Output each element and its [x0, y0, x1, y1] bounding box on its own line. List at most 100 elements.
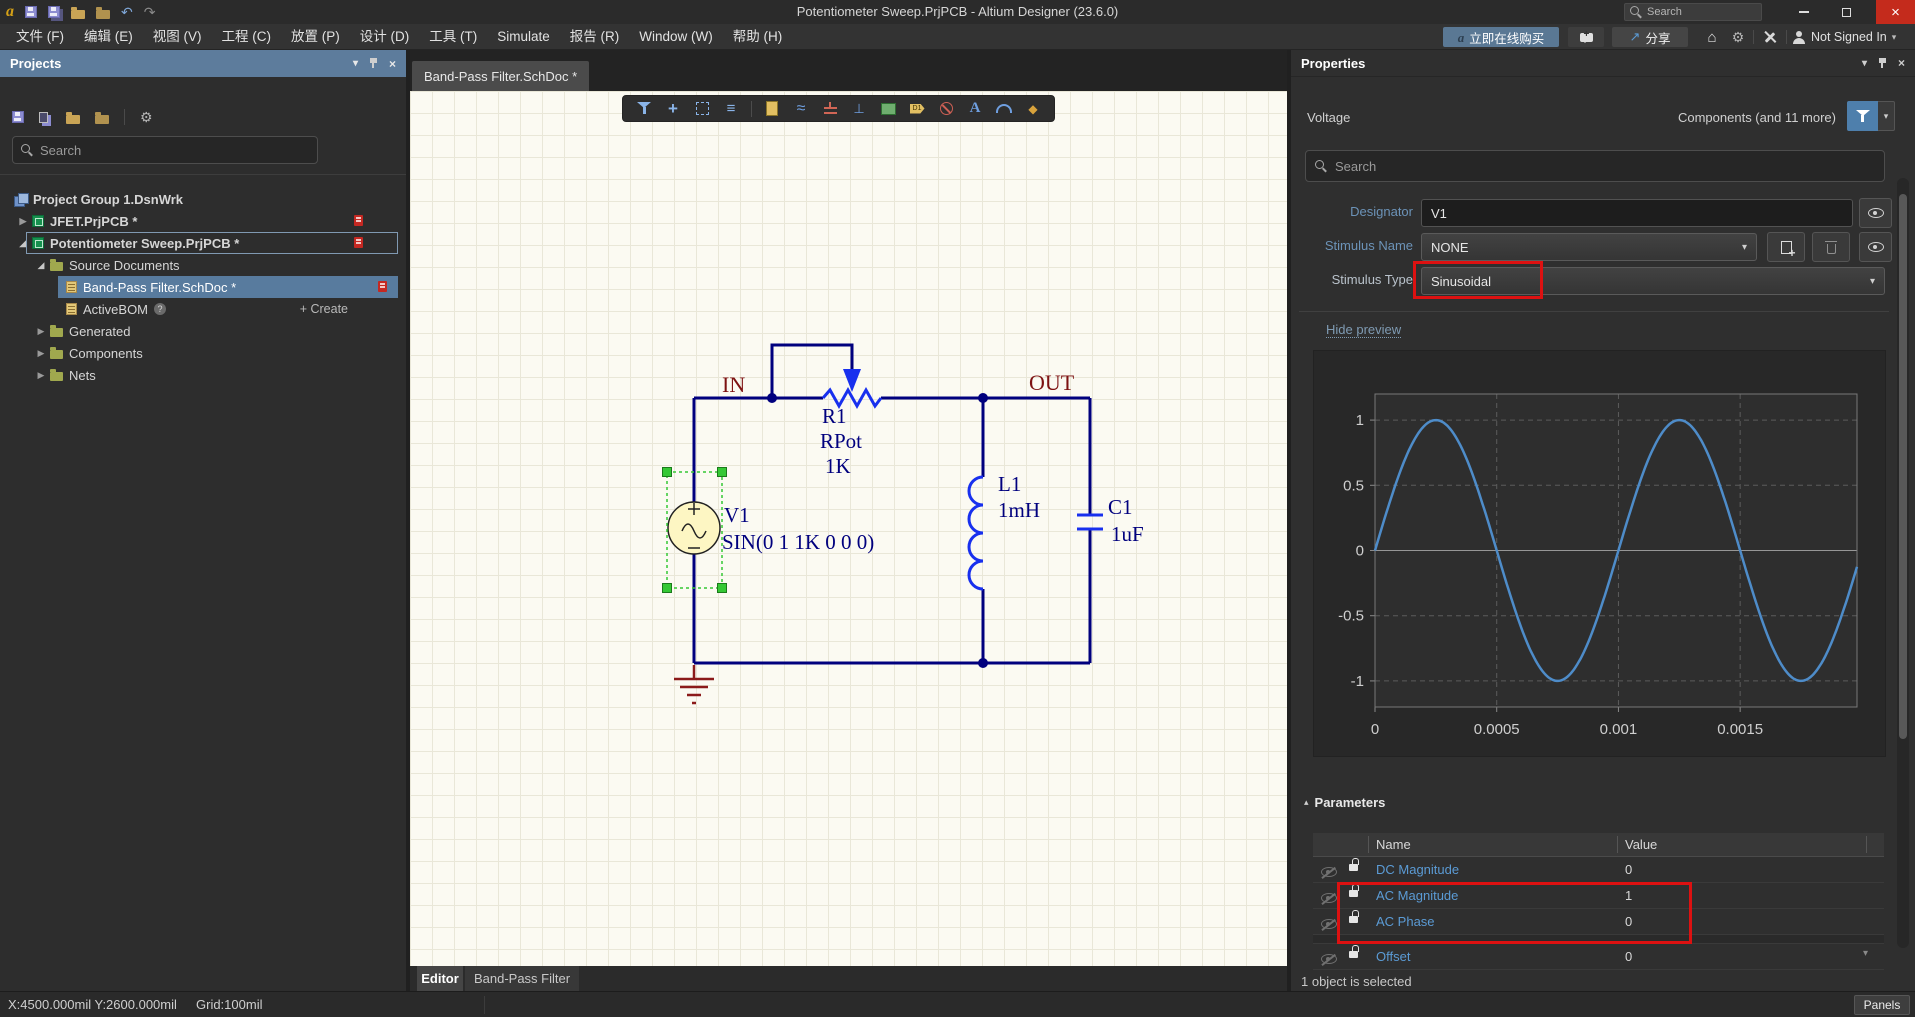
eye-slash-icon[interactable] [1321, 893, 1337, 903]
close-button[interactable]: × [1876, 0, 1915, 24]
tree-item-source-documents[interactable]: ◢ Source Documents [0, 254, 406, 276]
unlock-icon[interactable] [1349, 864, 1358, 871]
unlock-icon[interactable] [1349, 951, 1358, 958]
capacitor-c1[interactable] [1077, 515, 1103, 529]
sign-in-menu[interactable]: Not Signed In ▾ [1792, 27, 1910, 47]
redo-icon[interactable]: ↷ [144, 4, 156, 21]
comment-button[interactable] [1568, 27, 1604, 47]
menu-place[interactable]: 放置 (P) [281, 24, 350, 50]
potentiometer-r1[interactable] [823, 369, 881, 406]
ground-symbol[interactable] [674, 665, 714, 703]
menu-help[interactable]: 帮助 (H) [723, 24, 793, 50]
l1-designator-label[interactable]: L1 [998, 472, 1021, 496]
eye-slash-icon[interactable] [1321, 867, 1337, 877]
expand-icon[interactable]: ▶ [18, 216, 28, 227]
create-link[interactable]: + Create [290, 302, 348, 316]
menu-window[interactable]: Window (W) [629, 24, 723, 50]
scope-filter-dropdown[interactable]: ▾ [1878, 101, 1895, 131]
r1-value-label[interactable]: 1K [825, 454, 851, 478]
menu-simulate[interactable]: Simulate [487, 24, 560, 50]
menu-edit[interactable]: 编辑 (E) [74, 24, 143, 50]
add-stimulus-button[interactable] [1767, 232, 1805, 262]
close-icon[interactable]: × [1898, 56, 1905, 70]
menu-reports[interactable]: 报告 (R) [560, 24, 630, 50]
open-project-icon[interactable] [66, 115, 80, 124]
hide-preview-link[interactable]: Hide preview [1326, 322, 1401, 338]
settings-icon[interactable]: ⚙ [140, 110, 153, 124]
panels-button[interactable]: Panels [1854, 995, 1910, 1015]
stimulus-visibility-button[interactable] [1859, 232, 1892, 262]
menu-file[interactable]: 文件 (F) [6, 24, 74, 50]
tree-item-activebom[interactable]: ActiveBOM ? + Create [0, 298, 406, 320]
help-icon[interactable]: ? [154, 303, 166, 315]
parameters-section-header[interactable]: ▴ Parameters [1304, 795, 1385, 810]
tree-item-generated[interactable]: ▶ Generated [0, 320, 406, 342]
stimulus-name-dropdown[interactable]: NONE ▾ [1421, 233, 1757, 261]
selection-handle[interactable] [663, 468, 672, 477]
undo-icon[interactable]: ↶ [121, 4, 133, 21]
tree-item-nets[interactable]: ▶ Nets [0, 364, 406, 386]
menu-project[interactable]: 工程 (C) [212, 24, 282, 50]
v1-designator-label[interactable]: V1 [724, 503, 750, 527]
r1-comment-label[interactable]: RPot [820, 429, 862, 453]
eye-slash-icon[interactable] [1321, 919, 1337, 929]
scrollbar-thumb[interactable] [1899, 194, 1907, 739]
pin-icon[interactable] [1878, 58, 1887, 69]
selection-handle[interactable] [663, 584, 672, 593]
tree-item-project-group[interactable]: Project Group 1.DsnWrk [0, 188, 406, 210]
expand-icon[interactable]: ▶ [36, 326, 46, 337]
param-row-ac-magnitude[interactable]: AC Magnitude 1 [1313, 883, 1884, 909]
buy-online-button[interactable]: a 立即在线购买 [1443, 27, 1559, 47]
global-search-box[interactable]: Search [1624, 3, 1762, 21]
tab-editor[interactable]: Editor [417, 966, 463, 991]
tree-item-jfet-project[interactable]: ▶ JFET.PrjPCB * [0, 210, 406, 232]
param-row-offset[interactable]: Offset 0 [1313, 944, 1884, 970]
projects-search-input[interactable] [40, 143, 309, 158]
document-tab[interactable]: Band-Pass Filter.SchDoc * [412, 61, 589, 91]
scope-filter-button[interactable] [1847, 101, 1878, 131]
v1-source[interactable] [668, 502, 720, 554]
home-button[interactable]: ⌂ [1700, 27, 1724, 47]
r1-designator-label[interactable]: R1 [822, 404, 847, 428]
open-document-icon[interactable] [96, 10, 110, 19]
inductor-l1[interactable] [969, 477, 983, 589]
projects-search-box[interactable] [12, 136, 318, 164]
maximize-button[interactable] [1832, 0, 1860, 24]
menu-design[interactable]: 设计 (D) [350, 24, 420, 50]
properties-search-input[interactable] [1335, 159, 1875, 174]
eye-slash-icon[interactable] [1321, 954, 1337, 964]
tree-item-bandpass-schdoc[interactable]: Band-Pass Filter.SchDoc * [0, 276, 406, 298]
menu-view[interactable]: 视图 (V) [143, 24, 212, 50]
expand-icon[interactable]: ▶ [36, 370, 46, 381]
save-project-icon[interactable] [12, 111, 24, 123]
unlock-icon[interactable] [1349, 890, 1358, 897]
tree-item-components[interactable]: ▶ Components [0, 342, 406, 364]
close-icon[interactable]: × [389, 57, 396, 71]
properties-search-box[interactable] [1305, 150, 1885, 182]
designator-input[interactable] [1421, 199, 1853, 227]
c1-designator-label[interactable]: C1 [1108, 495, 1133, 519]
save-icon[interactable] [25, 6, 37, 18]
selection-handle[interactable] [718, 468, 727, 477]
schematic-canvas[interactable]: IN OUT R1 RPot 1K V1 SIN(0 1 1K 0 0 0) L… [410, 91, 1287, 966]
delete-stimulus-button[interactable] [1812, 232, 1850, 262]
tab-band-pass-filter[interactable]: Band-Pass Filter [465, 966, 579, 991]
collapse-icon[interactable]: ◢ [36, 260, 46, 271]
c1-value-label[interactable]: 1uF [1111, 522, 1144, 546]
minimize-button[interactable] [1790, 0, 1818, 24]
designator-visibility-button[interactable] [1859, 198, 1892, 228]
panel-menu-icon[interactable]: ▾ [353, 58, 358, 69]
stimulus-type-dropdown[interactable]: Sinusoidal ▾ [1421, 267, 1885, 295]
annotate-button[interactable] [1758, 27, 1782, 47]
panel-menu-icon[interactable]: ▾ [1862, 58, 1867, 69]
schematic-sheet[interactable]: IN OUT R1 RPot 1K V1 SIN(0 1 1K 0 0 0) L… [410, 91, 1287, 966]
compile-icon[interactable] [39, 112, 48, 123]
save-all-icon[interactable] [48, 6, 60, 18]
net-label-in[interactable]: IN [722, 372, 745, 397]
param-row-ac-phase[interactable]: AC Phase 0 [1313, 909, 1884, 935]
value-column-header[interactable]: Value [1625, 833, 1657, 857]
scroll-down-icon[interactable]: ▾ [1863, 948, 1868, 959]
tree-item-potentiometer-project[interactable]: ◢ Potentiometer Sweep.PrjPCB * [0, 232, 406, 254]
settings-button[interactable]: ⚙ [1726, 27, 1750, 47]
pin-icon[interactable] [369, 58, 378, 69]
